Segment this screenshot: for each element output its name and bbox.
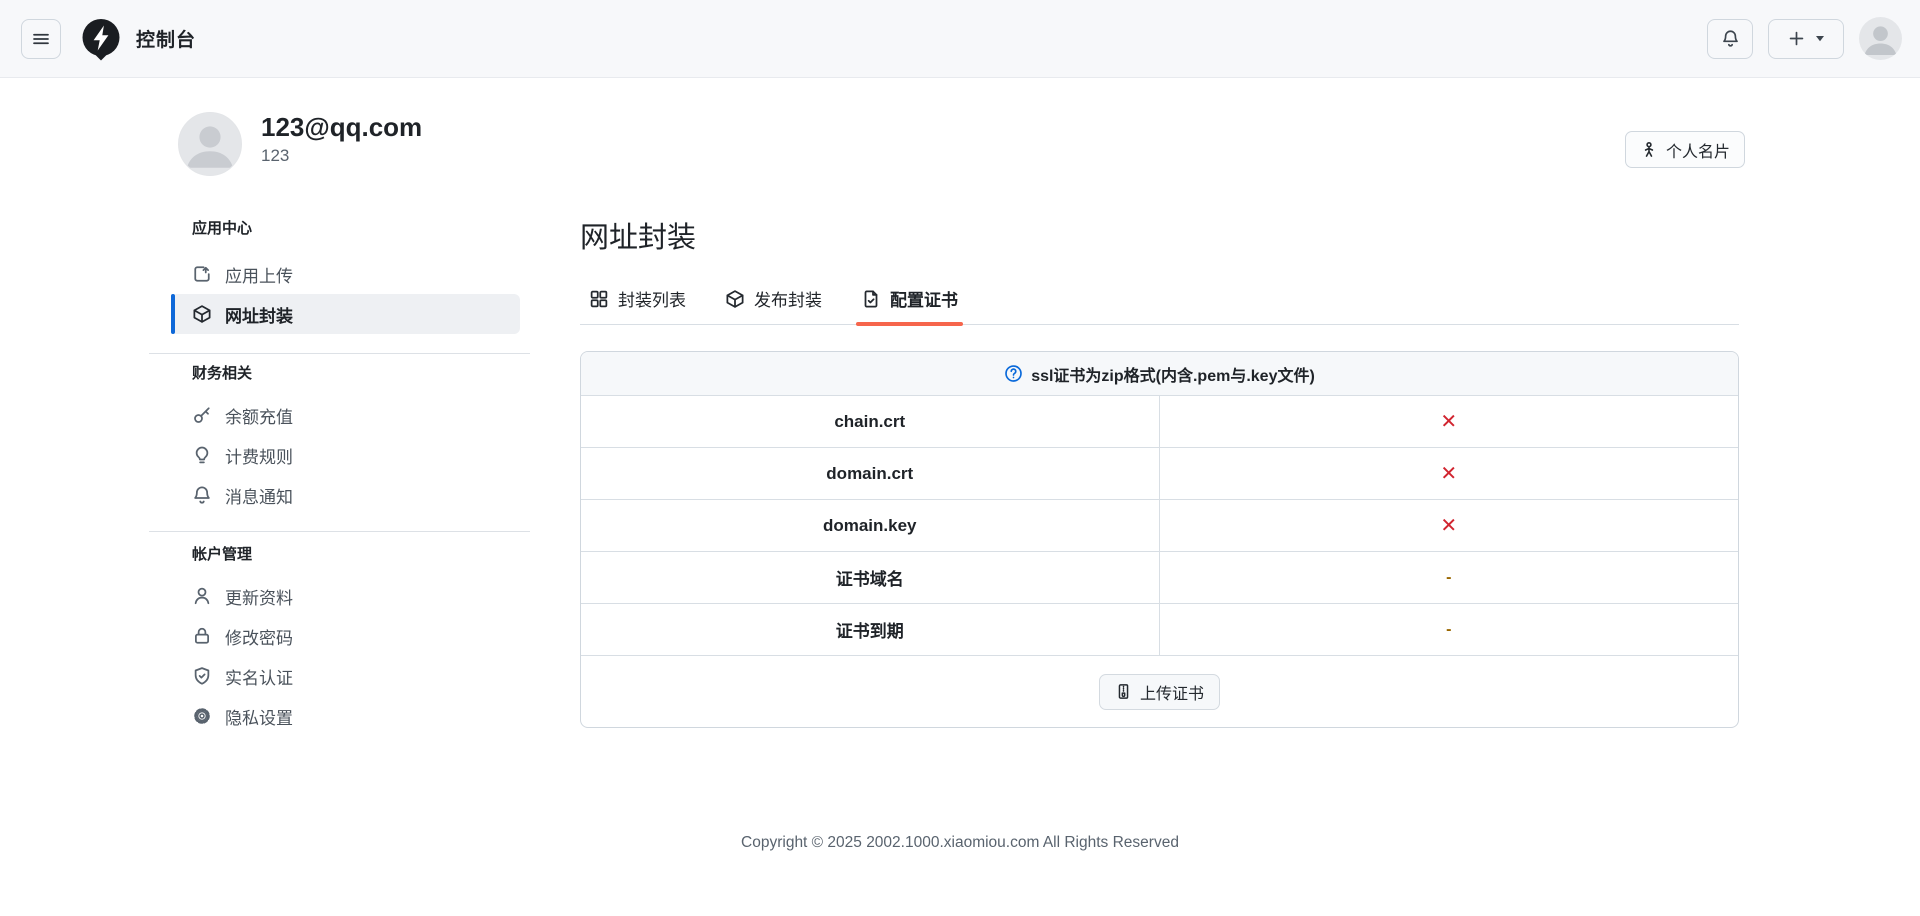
file-check-icon (861, 289, 881, 309)
sidebar-item-lock[interactable]: 修改密码 (171, 616, 520, 656)
tab-label: 封装列表 (618, 291, 686, 310)
certificate-row: 证书域名 - (581, 552, 1738, 604)
bell-icon (1721, 29, 1740, 48)
sidebar-item-upload[interactable]: 应用上传 (171, 254, 520, 294)
top-bar: 控制台 (0, 0, 1920, 78)
tab-label: 配置证书 (890, 291, 958, 310)
key-icon (192, 405, 212, 425)
missing-x-mark: ✕ (1440, 514, 1458, 537)
sidebar-item-key[interactable]: 余额充值 (171, 395, 520, 435)
missing-x-mark: ✕ (1440, 410, 1458, 433)
certificate-row-label: 证书域名 (581, 552, 1160, 603)
console-page: 控制台 123@qq.com 123 个人名片 应用中心 应用上传 网址封装 财… (0, 0, 1920, 916)
sidebar-section-label: 财务相关 (192, 365, 253, 382)
upload-certificate-label: 上传证书 (1139, 685, 1204, 703)
sidebar-section-label: 应用中心 (192, 220, 253, 237)
missing-x-mark: ✕ (1440, 462, 1458, 485)
main-content: 网址封装 封装列表 发布封装 配置证书 ssl证书为zip格式(内含.pem与.ke… (580, 219, 1739, 728)
sidebar-item-label: 计费规则 (225, 447, 293, 467)
tab-label: 发布封装 (754, 291, 822, 310)
package-icon (192, 304, 212, 324)
ssl-notice-bar: ssl证书为zip格式(内含.pem与.key文件) (581, 352, 1738, 396)
person-icon (192, 586, 212, 606)
sidebar-item-label: 网址封装 (225, 306, 293, 326)
shield-icon (192, 666, 212, 686)
sidebar-nav: 应用中心应用上传网址封装财务相关余额充值计费规则消息通知帐户管理更新资料修改密码… (149, 220, 530, 736)
certificate-panel-footer: 上传证书 (581, 656, 1738, 727)
profile-avatar (178, 112, 242, 176)
gear-icon (192, 706, 212, 726)
certificate-row-value: - (1160, 604, 1739, 655)
profile-header: 123@qq.com 123 (178, 112, 422, 176)
empty-dash-mark: - (1446, 620, 1452, 638)
certificate-row: 证书到期 - (581, 604, 1738, 656)
upload-certificate-button[interactable]: 上传证书 (1098, 673, 1220, 710)
certificate-row-label: 证书到期 (581, 604, 1160, 655)
grid-icon (589, 289, 609, 309)
personal-card-button[interactable]: 个人名片 (1625, 131, 1746, 168)
certificate-row: domain.crt ✕ (581, 448, 1738, 500)
hamburger-menu-button[interactable] (21, 18, 61, 59)
certificate-row-value: ✕ (1160, 500, 1739, 551)
sidebar-item-person[interactable]: 更新资料 (171, 576, 520, 616)
sidebar-item-bulb[interactable]: 计费规则 (171, 435, 520, 475)
bulb-icon (192, 445, 212, 465)
certificate-row-label: domain.key (581, 500, 1160, 551)
certificate-row-label: domain.crt (581, 448, 1160, 499)
tab-0[interactable]: 封装列表 (587, 273, 688, 324)
hamburger-icon (32, 30, 50, 48)
package-icon (725, 289, 745, 309)
notifications-button[interactable] (1707, 18, 1753, 59)
create-new-dropdown-button[interactable] (1768, 18, 1844, 59)
sidebar-item-package[interactable]: 网址封装 (171, 294, 520, 334)
personal-card-label: 个人名片 (1666, 143, 1731, 161)
bell-icon (192, 485, 212, 505)
certificate-row-label: chain.crt (581, 396, 1160, 447)
brand-logo-lightning-pin-icon (79, 17, 123, 61)
tab-bar: 封装列表 发布封装 配置证书 (580, 273, 1739, 326)
page-title: 网址封装 (580, 222, 697, 254)
profile-email: 123@qq.com (261, 112, 423, 142)
certificate-row: domain.key ✕ (581, 500, 1738, 552)
sidebar-item-shield[interactable]: 实名认证 (171, 656, 520, 696)
sidebar-item-bell[interactable]: 消息通知 (171, 475, 520, 515)
tab-1[interactable]: 发布封装 (723, 273, 824, 324)
sidebar-item-label: 余额充值 (225, 407, 293, 427)
sidebar-item-label: 消息通知 (225, 487, 293, 507)
lock-icon (192, 626, 212, 646)
zip-file-icon (1115, 683, 1132, 700)
sidebar-item-label: 更新资料 (225, 588, 293, 608)
sidebar-section-label: 帐户管理 (192, 546, 253, 563)
empty-dash-mark: - (1446, 568, 1452, 586)
certificate-row-value: ✕ (1160, 396, 1739, 447)
topbar-actions (1707, 17, 1902, 60)
caret-down-icon (1815, 35, 1825, 42)
certificate-row-value: - (1160, 552, 1739, 603)
question-circle-icon (1004, 364, 1023, 383)
profile-username: 123 (261, 146, 290, 165)
certificate-rows: chain.crt ✕ domain.crt ✕ domain.key ✕ 证书域名 - 证书到… (581, 396, 1738, 656)
sidebar-item-label: 隐私设置 (225, 708, 293, 728)
sidebar-divider (149, 353, 530, 354)
sidebar-item-label: 实名认证 (225, 668, 293, 688)
upload-icon (192, 264, 212, 284)
sidebar-item-label: 应用上传 (225, 266, 293, 286)
app-title: 控制台 (136, 30, 197, 51)
plus-icon (1788, 30, 1805, 47)
tab-2[interactable]: 配置证书 (856, 273, 963, 326)
sidebar-item-label: 修改密码 (225, 628, 293, 648)
certificate-panel: ssl证书为zip格式(内含.pem与.key文件) chain.crt ✕ dom… (580, 351, 1739, 728)
copyright-text: Copyright © 2025 2002.1000.xiaomiou.com … (741, 834, 1179, 851)
person-figure-icon (1640, 141, 1658, 159)
ssl-notice-text: ssl证书为zip格式(内含.pem与.key文件) (1031, 367, 1315, 385)
sidebar-divider (149, 531, 530, 532)
sidebar-item-gear[interactable]: 隐私设置 (171, 696, 520, 736)
user-avatar[interactable] (1859, 17, 1902, 60)
certificate-row-value: ✕ (1160, 448, 1739, 499)
certificate-row: chain.crt ✕ (581, 396, 1738, 448)
